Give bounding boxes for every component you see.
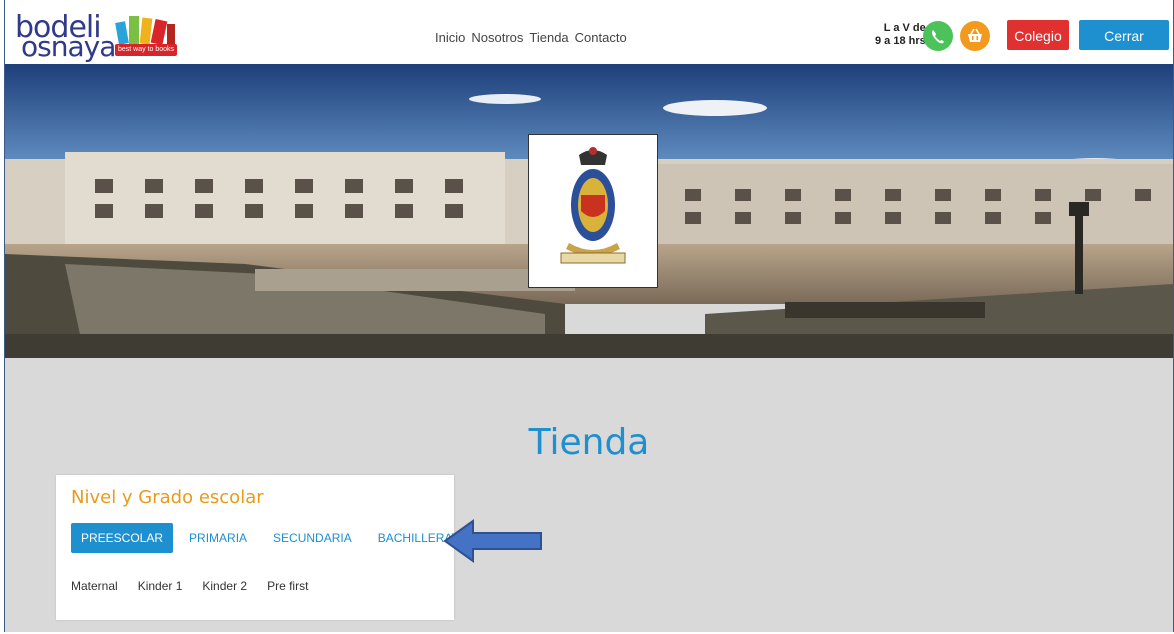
logo[interactable]: bodeli osnaya best way to books bbox=[13, 8, 183, 63]
site-header: bodeli osnaya best way to books Inicio N… bbox=[5, 0, 1173, 74]
whatsapp-icon[interactable] bbox=[923, 21, 953, 51]
school-crest bbox=[528, 134, 658, 288]
logo-text-line2: osnaya bbox=[21, 30, 116, 63]
page-title: Tienda bbox=[528, 422, 650, 464]
hero-banner bbox=[5, 64, 1173, 358]
basket-icon[interactable] bbox=[960, 21, 990, 51]
hours-line2: 9 a 18 hrs bbox=[875, 35, 926, 47]
kings-college-crest-icon bbox=[560, 147, 626, 264]
grade-list: Maternal Kinder 1 Kinder 2 Pre first bbox=[71, 579, 328, 593]
grade-maternal[interactable]: Maternal bbox=[71, 579, 118, 593]
grade-selector-card: Nivel y Grado escolar PREESCOLAR PRIMARI… bbox=[56, 475, 468, 620]
hours-line1: L a V de bbox=[883, 22, 926, 34]
nav-tienda[interactable]: Tienda bbox=[529, 30, 568, 45]
tab-primaria[interactable]: PRIMARIA bbox=[179, 523, 257, 553]
grade-kinder-2[interactable]: Kinder 2 bbox=[202, 579, 247, 593]
nav-nosotros[interactable]: Nosotros bbox=[471, 30, 523, 45]
grade-selector-title: Nivel y Grado escolar bbox=[71, 487, 264, 508]
logo-tagline: best way to books bbox=[115, 44, 178, 56]
nav-inicio[interactable]: Inicio bbox=[435, 30, 465, 45]
shop-section: Tienda Nivel y Grado escolar PREESCOLAR … bbox=[5, 358, 1173, 632]
grade-pre-first[interactable]: Pre first bbox=[267, 579, 308, 593]
browser-frame: bodeli osnaya best way to books Inicio N… bbox=[4, 0, 1174, 632]
logout-button[interactable]: Cerrar Sesion bbox=[1079, 20, 1169, 74]
business-hours: L a V de 9 a 18 hrs bbox=[875, 22, 926, 48]
tab-preescolar[interactable]: PREESCOLAR bbox=[71, 523, 174, 553]
colegio-button[interactable]: Colegio bbox=[1007, 20, 1069, 50]
nav-contacto[interactable]: Contacto bbox=[575, 30, 627, 45]
annotation-arrow-icon bbox=[443, 519, 542, 563]
tab-secundaria[interactable]: SECUNDARIA bbox=[263, 523, 362, 553]
books-logo-icon bbox=[115, 16, 175, 45]
grade-kinder-1[interactable]: Kinder 1 bbox=[138, 579, 183, 593]
main-nav: Inicio Nosotros Tienda Contacto bbox=[435, 30, 627, 45]
level-tabs: PREESCOLAR PRIMARIA SECUNDARIA BACHILLER… bbox=[71, 523, 484, 553]
